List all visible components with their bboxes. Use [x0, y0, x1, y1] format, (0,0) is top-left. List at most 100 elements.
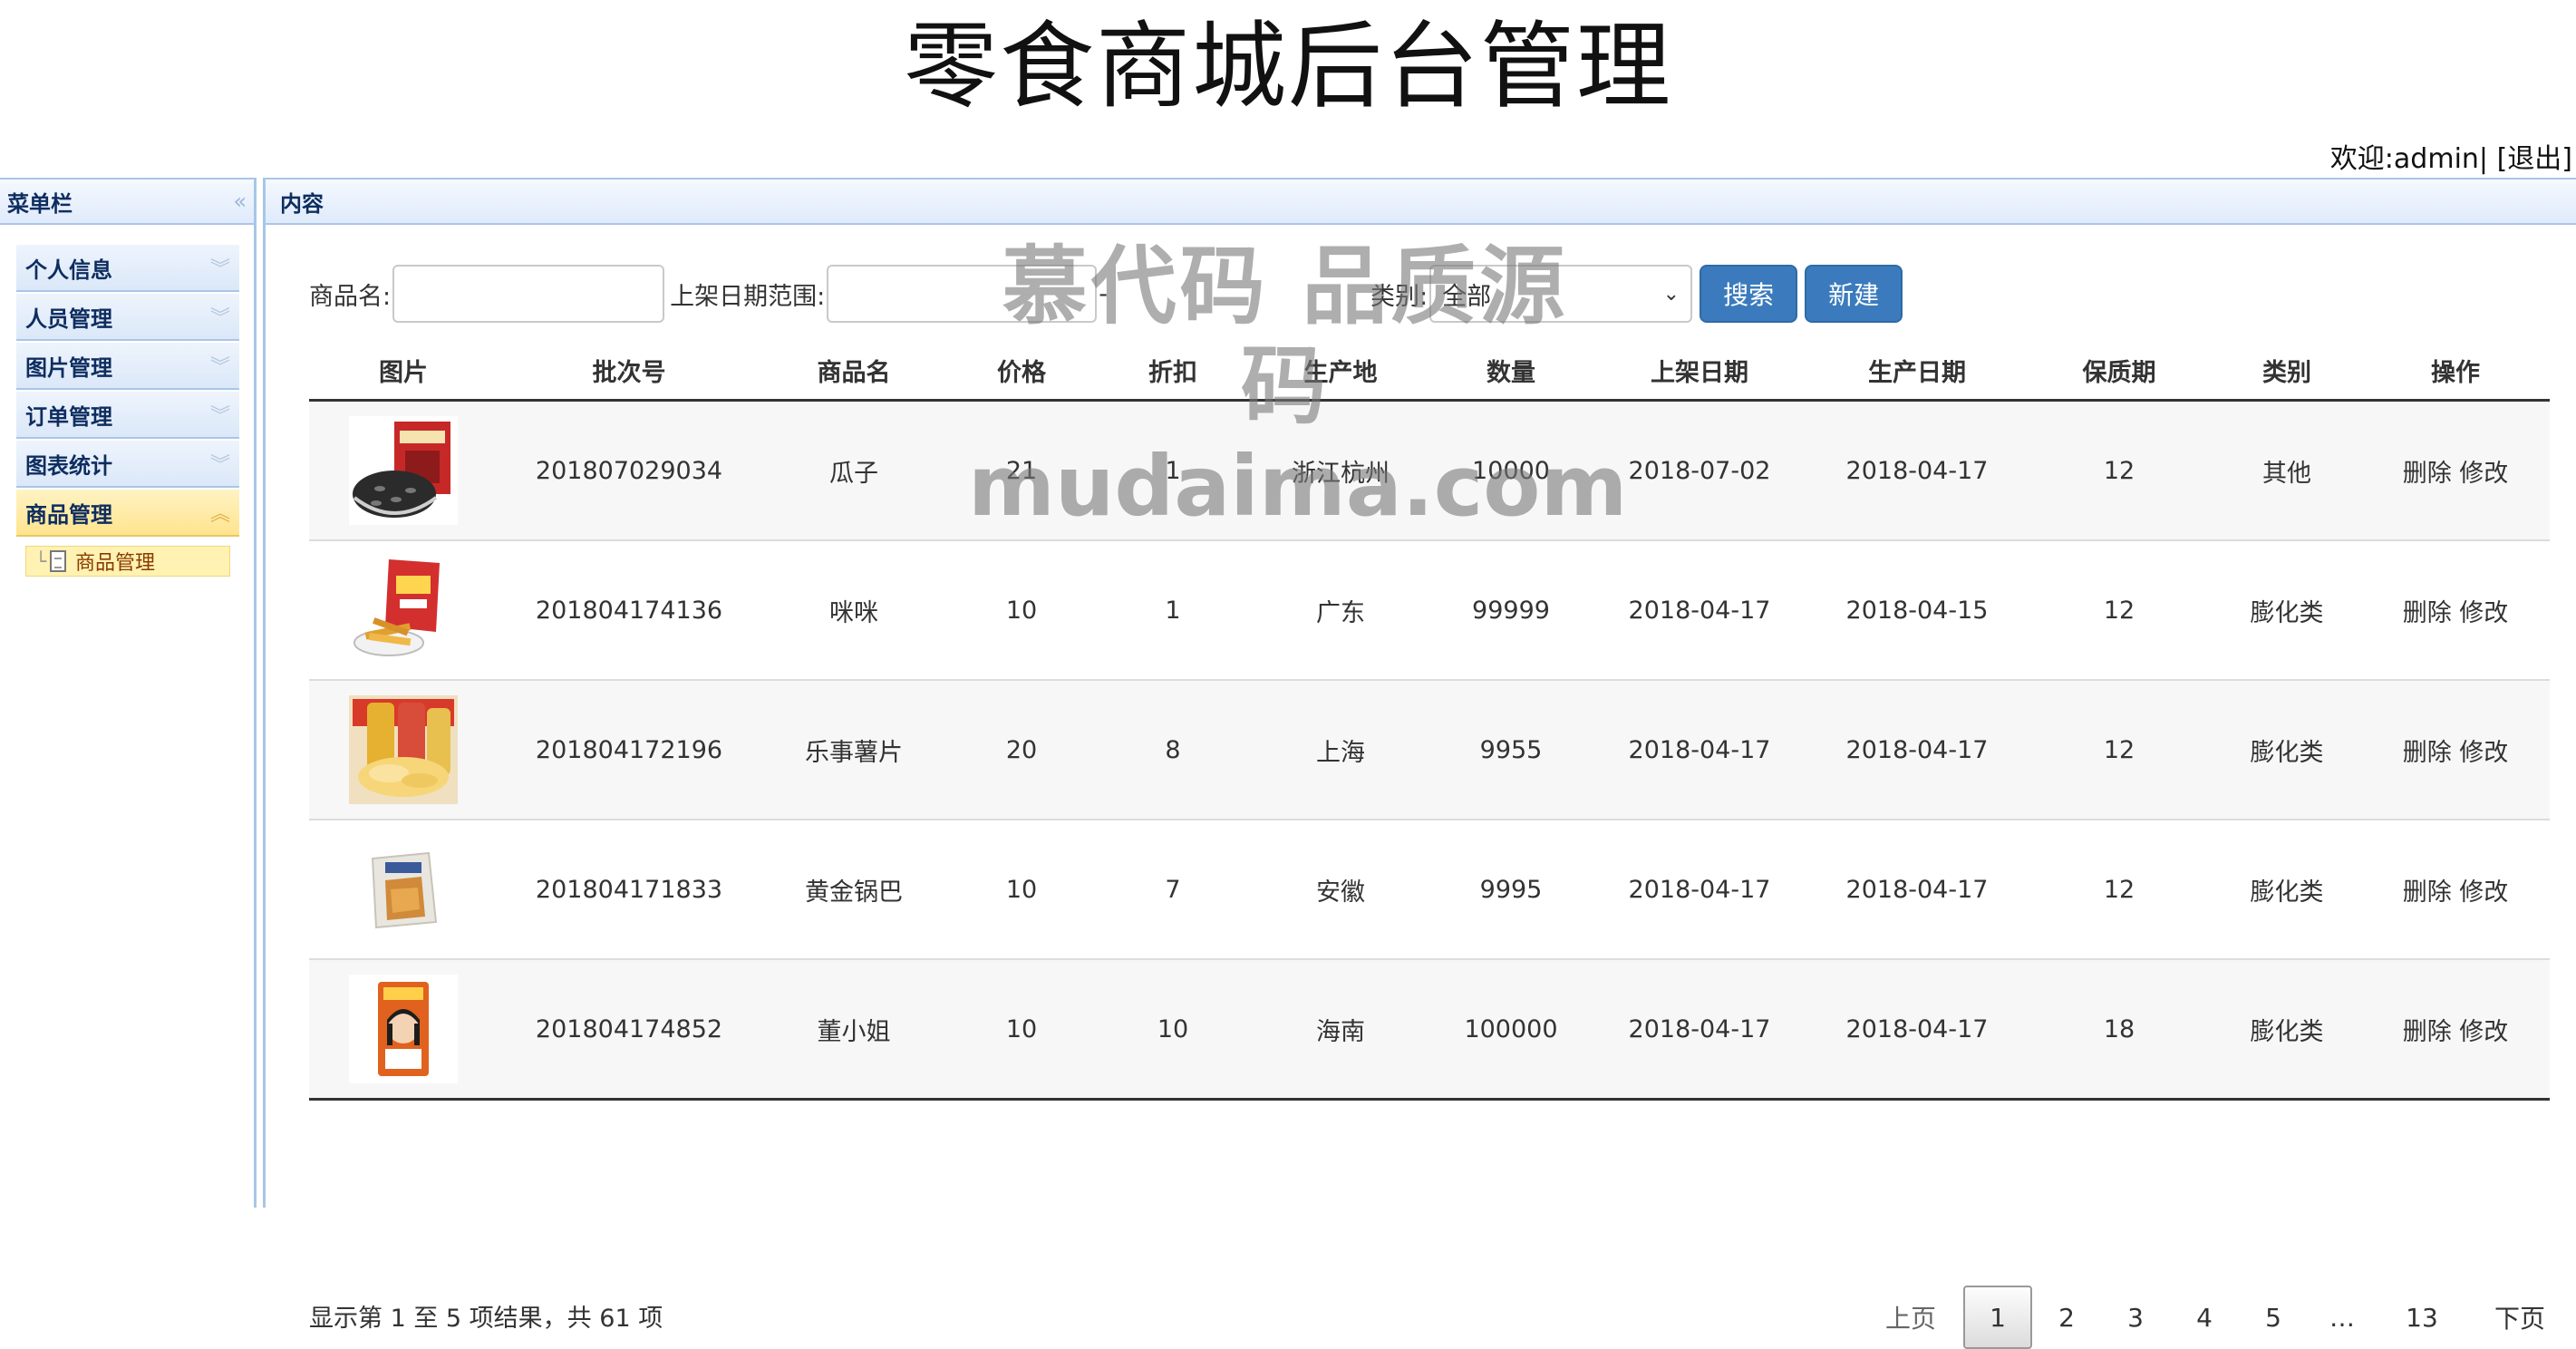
listed-date-cell: 2018-04-17: [1591, 540, 1808, 681]
search-button[interactable]: 搜索: [1700, 265, 1798, 323]
column-header[interactable]: 生产日期: [1808, 341, 2026, 402]
page-button-1[interactable]: 1: [1963, 1286, 2032, 1349]
origin-cell: 安徽: [1250, 820, 1431, 960]
column-header[interactable]: 操作: [2361, 341, 2550, 402]
sidebar-item-orders[interactable]: 订单管理 ︾: [16, 392, 239, 439]
delete-link[interactable]: 删除: [2403, 1018, 2452, 1046]
product-name-input[interactable]: [392, 265, 665, 323]
shelf-life-cell: 18: [2026, 959, 2213, 1101]
delete-link[interactable]: 删除: [2403, 599, 2452, 627]
sidebar-item-label: 人员管理: [25, 306, 112, 332]
actions-cell: 删除 修改: [2361, 680, 2550, 820]
page-button-3[interactable]: 3: [2101, 1286, 2170, 1349]
page-button-2[interactable]: 2: [2032, 1286, 2101, 1349]
edit-link[interactable]: 修改: [2459, 460, 2508, 488]
date-range-label: 上架日期范围:: [670, 282, 826, 311]
edit-link[interactable]: 修改: [2459, 878, 2508, 907]
sidebar-title: 菜单栏: [7, 190, 73, 217]
edit-link[interactable]: 修改: [2459, 1018, 2508, 1046]
category-select-value: 全部: [1442, 282, 1492, 311]
new-button[interactable]: 新建: [1805, 265, 1903, 323]
sidebar-item-staff[interactable]: 人员管理 ︾: [16, 294, 239, 341]
price-cell: 10: [947, 959, 1096, 1101]
column-header[interactable]: 生产地: [1250, 341, 1431, 402]
name-cell: 董小姐: [760, 959, 947, 1101]
sidebar-item-label: 图表统计: [25, 452, 112, 479]
sidebar-item-images[interactable]: 图片管理 ︾: [16, 343, 239, 390]
category-select[interactable]: 全部 ⌄: [1429, 265, 1693, 323]
sidebar-subitem-product-management[interactable]: └ 商品管理: [25, 546, 230, 577]
column-header[interactable]: 保质期: [2026, 341, 2213, 402]
collapse-left-icon[interactable]: «: [233, 189, 247, 214]
sidebar-item-personal-info[interactable]: 个人信息 ︾: [16, 245, 239, 292]
delete-link[interactable]: 删除: [2403, 878, 2452, 907]
chevron-double-down-icon: ︾: [209, 356, 230, 379]
column-header[interactable]: 图片: [309, 341, 498, 402]
shelf-life-cell: 12: [2026, 680, 2213, 820]
origin-cell: 海南: [1250, 959, 1431, 1101]
edit-link[interactable]: 修改: [2459, 599, 2508, 627]
column-header[interactable]: 价格: [947, 341, 1096, 402]
column-header[interactable]: 折扣: [1096, 341, 1250, 402]
actions-cell: 删除 修改: [2361, 820, 2550, 960]
sidebar-header: 菜单栏 «: [0, 178, 254, 225]
sidebar-item-label: 个人信息: [25, 257, 112, 283]
category-cell: 膨化类: [2213, 820, 2361, 960]
page-button-last[interactable]: 13: [2377, 1286, 2467, 1349]
date-to-input[interactable]: [1112, 265, 1376, 323]
origin-cell: 上海: [1250, 680, 1431, 820]
sidebar-item-label: 订单管理: [25, 403, 112, 430]
next-page-button[interactable]: 下页: [2485, 1286, 2554, 1349]
delete-link[interactable]: 删除: [2403, 739, 2452, 767]
shelf-life-cell: 12: [2026, 400, 2213, 541]
pagination: 上页 1 2 3 4 5 … 13 下页: [1876, 1286, 2554, 1349]
column-header[interactable]: 上架日期: [1591, 341, 1808, 402]
page-title: 零食商城后台管理: [903, 11, 1672, 121]
date-from-input[interactable]: [827, 265, 1098, 323]
column-header[interactable]: 数量: [1431, 341, 1591, 402]
column-header[interactable]: 批次号: [498, 341, 760, 402]
name-cell: 咪咪: [760, 540, 947, 681]
batch-cell: 201804172196: [498, 680, 760, 820]
page-button-4[interactable]: 4: [2170, 1286, 2239, 1349]
produced-date-cell: 2018-04-15: [1808, 540, 2026, 681]
table-row: 201804172196 乐事薯片 20 8 上海 9955 2018-04-1…: [309, 680, 2550, 820]
chevron-double-down-icon: ︾: [209, 258, 230, 281]
origin-cell: 浙江杭州: [1250, 400, 1431, 541]
actions-cell: 删除 修改: [2361, 959, 2550, 1101]
batch-cell: 201807029034: [498, 400, 760, 541]
result-info: 显示第 1 至 5 项结果，共 61 项: [309, 1305, 663, 1333]
discount-cell: 1: [1096, 400, 1250, 541]
shelf-life-cell: 12: [2026, 540, 2213, 681]
column-header[interactable]: 商品名: [760, 341, 947, 402]
dong-xiaojie-image: [349, 975, 458, 1083]
content-panel: 内容 商品名: 上架日期范围: - 类别: 全部 ⌄ 搜索 新建 图片 批次号 …: [263, 178, 2576, 1349]
golden-crisps-image: [349, 835, 458, 944]
lays-chips-image: [349, 695, 458, 804]
delete-link[interactable]: 删除: [2403, 460, 2452, 488]
chevron-double-down-icon: ︾: [209, 405, 230, 428]
page-button-5[interactable]: 5: [2239, 1286, 2308, 1349]
logout-link[interactable]: [退出]: [2497, 143, 2572, 175]
sidebar-item-charts[interactable]: 图表统计 ︾: [16, 441, 239, 488]
chevron-double-down-icon: ︾: [209, 454, 230, 477]
product-table: 图片 批次号 商品名 价格 折扣 生产地 数量 上架日期 生产日期 保质期 类别…: [309, 341, 2550, 1101]
name-cell: 黄金锅巴: [760, 820, 947, 960]
table-row: 201804174136 咪咪 10 1 广东 99999 2018-04-17…: [309, 540, 2550, 681]
product-name-label: 商品名:: [309, 282, 392, 311]
sidebar-item-label: 商品管理: [25, 501, 112, 528]
name-cell: 乐事薯片: [760, 680, 947, 820]
chevron-down-icon: ⌄: [1662, 282, 1680, 306]
search-bar: 商品名: 上架日期范围: - 类别: 全部 ⌄ 搜索 新建: [309, 263, 1903, 325]
category-cell: 膨化类: [2213, 959, 2361, 1101]
table-row: 201804174852 董小姐 10 10 海南 100000 2018-04…: [309, 959, 2550, 1101]
column-header[interactable]: 类别: [2213, 341, 2361, 402]
prev-page-button[interactable]: 上页: [1876, 1286, 1945, 1349]
origin-cell: 广东: [1250, 540, 1431, 681]
edit-link[interactable]: 修改: [2459, 739, 2508, 767]
sidebar-item-products[interactable]: 商品管理 ︽: [16, 490, 239, 537]
category-label: 类别:: [1370, 282, 1428, 311]
actions-cell: 删除 修改: [2361, 540, 2550, 681]
batch-cell: 201804171833: [498, 820, 760, 960]
sidebar: 菜单栏 « 个人信息 ︾ 人员管理 ︾ 图片管理 ︾ 订单管理 ︾ 图表统计 ︾…: [0, 178, 257, 1208]
